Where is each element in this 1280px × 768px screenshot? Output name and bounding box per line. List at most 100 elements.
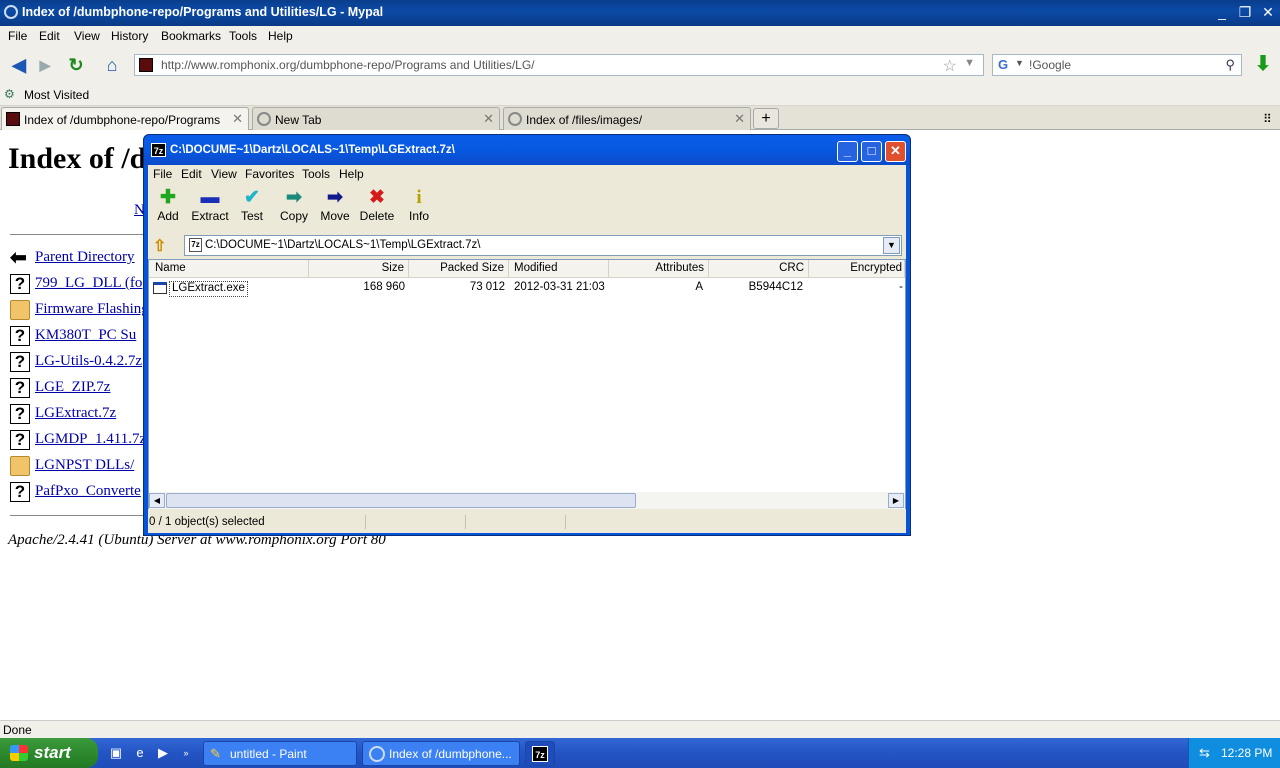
- close-tab-icon[interactable]: ✕: [483, 111, 494, 127]
- extract-icon: ▬: [200, 187, 220, 208]
- menu-edit[interactable]: Edit: [39, 29, 60, 43]
- move-button[interactable]: ➡ Move: [315, 187, 355, 227]
- tab-lg-index[interactable]: Index of /dumbphone-repo/Programs and ..…: [1, 107, 249, 130]
- download-icon[interactable]: ⬇: [1250, 51, 1276, 77]
- search-engine-dropdown-icon[interactable]: ▼: [1015, 58, 1024, 68]
- 7zip-menu-tools[interactable]: Tools: [302, 167, 330, 181]
- entry-link[interactable]: LGExtract.7z: [35, 405, 116, 422]
- entry-link[interactable]: Parent Directory: [35, 249, 135, 266]
- unknown-file-icon: ?: [10, 326, 30, 346]
- extract-button[interactable]: ▬ Extract: [190, 187, 230, 227]
- restore-button[interactable]: ❐: [1235, 4, 1255, 22]
- info-button[interactable]: i Info: [399, 187, 439, 227]
- reload-icon[interactable]: ↻: [63, 52, 89, 78]
- menu-tools[interactable]: Tools: [229, 29, 257, 43]
- add-button[interactable]: ✚ Add: [148, 187, 188, 227]
- forward-icon[interactable]: ▶: [32, 52, 58, 78]
- cell-crc: B5944C12: [748, 281, 803, 293]
- delete-button[interactable]: ✖ Delete: [357, 187, 397, 227]
- scroll-left-icon[interactable]: ◀: [149, 493, 165, 508]
- 7zip-menu-edit[interactable]: Edit: [181, 167, 202, 181]
- address-dropdown-icon[interactable]: ▼: [883, 237, 900, 254]
- start-button[interactable]: start: [0, 738, 98, 768]
- tool-label: Extract: [191, 209, 229, 223]
- move-icon: ➡: [327, 187, 343, 208]
- search-icon[interactable]: ⚲: [1225, 57, 1235, 73]
- close-tab-icon[interactable]: ✕: [734, 111, 745, 127]
- scroll-right-icon[interactable]: ▶: [888, 493, 904, 508]
- media-player-icon[interactable]: ▶: [155, 745, 171, 761]
- column-header-crc[interactable]: CRC: [709, 260, 809, 278]
- taskbar-item-7zip[interactable]: 7z: [525, 741, 555, 766]
- archive-icon: 7z: [189, 238, 202, 252]
- 7zip-menu-view[interactable]: View: [211, 167, 237, 181]
- menu-file[interactable]: File: [8, 29, 27, 43]
- entry-link[interactable]: LGE_ZIP.7z: [35, 379, 110, 396]
- bookmark-most-visited[interactable]: Most Visited: [24, 88, 89, 102]
- entry-link[interactable]: KM380T_PC Su: [35, 327, 136, 344]
- globe-icon: [508, 112, 522, 126]
- tab-new-tab[interactable]: New Tab ✕: [252, 107, 500, 130]
- entry-link[interactable]: LGNPST DLLs/: [35, 457, 134, 474]
- network-icon[interactable]: ⇆: [1199, 745, 1210, 761]
- minimize-button[interactable]: _: [1212, 4, 1232, 22]
- tab-files-images[interactable]: Index of /files/images/ ✕: [503, 107, 751, 130]
- column-header-modified[interactable]: Modified: [509, 260, 609, 278]
- close-button[interactable]: ✕: [1258, 4, 1278, 22]
- 7zip-app-icon: 7z: [151, 143, 166, 157]
- folder-up-icon[interactable]: ⇧: [153, 236, 171, 255]
- taskbar-item-paint[interactable]: ✎ untitled - Paint: [203, 741, 357, 766]
- url-dropdown-icon[interactable]: ▼: [964, 57, 975, 69]
- 7zip-close-button[interactable]: ✕: [885, 141, 906, 162]
- 7zip-minimize-button[interactable]: _: [837, 141, 858, 162]
- menu-help[interactable]: Help: [268, 29, 293, 43]
- home-icon[interactable]: ⌂: [99, 52, 125, 78]
- tab-strip: Index of /dumbphone-repo/Programs and ..…: [0, 106, 1280, 130]
- horizontal-scrollbar[interactable]: ◀ ▶: [149, 492, 905, 509]
- start-label: start: [34, 743, 71, 762]
- column-header-name[interactable]: Name: [149, 260, 309, 278]
- status-divider: [465, 515, 466, 529]
- entry-link[interactable]: PafPxo_Converte: [35, 483, 141, 500]
- quick-launch-expand-icon[interactable]: »: [178, 745, 194, 761]
- test-button[interactable]: ✔ Test: [232, 187, 272, 227]
- column-header-attributes[interactable]: Attributes: [609, 260, 709, 278]
- entry-link[interactable]: Firmware Flashing: [35, 301, 149, 318]
- internet-explorer-icon[interactable]: e: [132, 745, 148, 761]
- 7zip-menu-file[interactable]: File: [153, 167, 172, 181]
- 7zip-menu-help[interactable]: Help: [339, 167, 364, 181]
- url-bar[interactable]: http://www.romphonix.org/dumbphone-repo/…: [134, 54, 984, 76]
- 7zip-menu-favorites[interactable]: Favorites: [245, 167, 294, 181]
- new-tab-button[interactable]: +: [753, 108, 779, 129]
- close-tab-icon[interactable]: ✕: [232, 111, 243, 127]
- page-heading: Index of /d: [8, 142, 147, 175]
- menu-bookmarks[interactable]: Bookmarks: [161, 29, 221, 43]
- menu-view[interactable]: View: [74, 29, 100, 43]
- 7zip-address-bar[interactable]: 7z C:\DOCUME~1\Dartz\LOCALS~1\Temp\LGExt…: [184, 235, 902, 256]
- search-bar[interactable]: G ▼ !Google ⚲: [992, 54, 1242, 76]
- back-arrow-icon: ⬅: [10, 247, 27, 269]
- entry-link[interactable]: LGMDP_1.411.7z: [35, 431, 146, 448]
- column-header-packed-size[interactable]: Packed Size: [409, 260, 509, 278]
- column-header-encrypted[interactable]: Encrypted: [809, 260, 905, 278]
- back-icon[interactable]: ◀: [6, 52, 32, 78]
- search-input[interactable]: !Google: [1029, 58, 1071, 72]
- bookmark-star-icon[interactable]: ☆: [943, 56, 957, 76]
- info-icon: i: [416, 187, 422, 208]
- entry-link[interactable]: 799_LG_DLL (fo: [35, 275, 142, 292]
- exe-file-icon: [153, 282, 167, 294]
- show-desktop-icon[interactable]: ▣: [108, 745, 124, 761]
- 7zip-maximize-button[interactable]: □: [861, 141, 882, 162]
- navigation-toolbar: ◀ ▶ ↻ ⌂ http://www.romphonix.org/dumbpho…: [0, 46, 1280, 84]
- copy-button[interactable]: ➡ Copy: [274, 187, 314, 227]
- menu-history[interactable]: History: [111, 29, 148, 43]
- google-icon[interactable]: G: [998, 57, 1008, 72]
- scrollbar-thumb[interactable]: [166, 493, 636, 508]
- column-header-size[interactable]: Size: [309, 260, 409, 278]
- tab-list-icon[interactable]: ⠿: [1263, 112, 1272, 126]
- clock[interactable]: 12:28 PM: [1221, 746, 1272, 760]
- mypal-app-icon: [4, 5, 18, 19]
- entry-link[interactable]: LG-Utils-0.4.2.7z: [35, 353, 142, 370]
- unknown-file-icon: ?: [10, 274, 30, 294]
- taskbar-item-browser[interactable]: Index of /dumbphone...: [362, 741, 520, 766]
